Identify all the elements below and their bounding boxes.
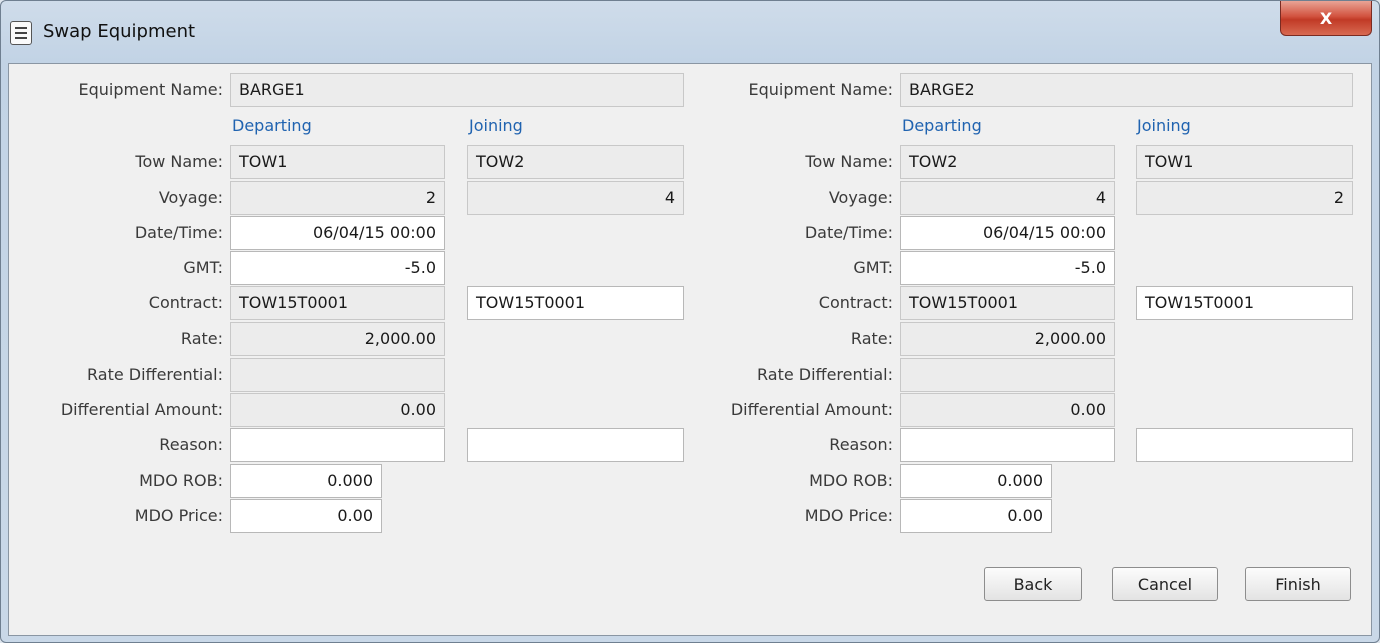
dialog-content: Equipment Name: BARGE1 Departing Joining… xyxy=(8,63,1372,636)
mdo-rob-label: MDO ROB: xyxy=(809,471,893,490)
left-departing-header: Departing xyxy=(232,116,312,135)
left-joining-contract-field[interactable]: TOW15T0001 xyxy=(467,286,684,320)
right-differential-amount-field[interactable]: 0.00 xyxy=(900,393,1115,427)
contract-label: Contract: xyxy=(818,293,893,312)
right-departing-header: Departing xyxy=(902,116,982,135)
rate-label: Rate: xyxy=(850,329,893,348)
reason-label: Reason: xyxy=(159,435,223,454)
swap-equipment-window: Swap Equipment X Equipment Name: BARGE1 … xyxy=(0,0,1380,643)
left-departing-reason-field[interactable] xyxy=(230,428,445,462)
left-departing-tow-name-field[interactable]: TOW1 xyxy=(230,145,445,179)
left-rate-differential-field[interactable] xyxy=(230,358,445,392)
right-joining-reason-field[interactable] xyxy=(1136,428,1353,462)
right-date-time-field[interactable]: 06/04/15 00:00 xyxy=(900,216,1115,250)
close-button[interactable]: X xyxy=(1280,1,1372,36)
right-departing-contract-field[interactable]: TOW15T0001 xyxy=(900,286,1115,320)
right-departing-tow-name-field[interactable]: TOW2 xyxy=(900,145,1115,179)
equipment-name-label: Equipment Name: xyxy=(748,80,893,99)
left-joining-header: Joining xyxy=(469,116,523,135)
gmt-label: GMT: xyxy=(853,258,893,277)
date-time-label: Date/Time: xyxy=(804,223,893,242)
mdo-price-label: MDO Price: xyxy=(804,506,893,525)
right-equipment-name-field[interactable]: BARGE2 xyxy=(900,73,1353,107)
close-icon: X xyxy=(1319,8,1333,28)
right-joining-tow-name-field[interactable]: TOW1 xyxy=(1136,145,1353,179)
left-joining-tow-name-field[interactable]: TOW2 xyxy=(467,145,684,179)
cancel-button[interactable]: Cancel xyxy=(1112,567,1218,601)
right-rate-differential-field[interactable] xyxy=(900,358,1115,392)
left-departing-contract-field[interactable]: TOW15T0001 xyxy=(230,286,445,320)
differential-amount-label: Differential Amount: xyxy=(60,400,223,419)
left-joining-reason-field[interactable] xyxy=(467,428,684,462)
left-gmt-field[interactable]: -5.0 xyxy=(230,251,445,285)
right-rate-field[interactable]: 2,000.00 xyxy=(900,322,1115,356)
left-differential-amount-field[interactable]: 0.00 xyxy=(230,393,445,427)
tow-name-label: Tow Name: xyxy=(135,152,223,171)
right-gmt-field[interactable]: -5.0 xyxy=(900,251,1115,285)
left-equipment-name-field[interactable]: BARGE1 xyxy=(230,73,684,107)
right-joining-voyage-field[interactable]: 2 xyxy=(1136,181,1353,215)
right-mdo-price-field[interactable]: 0.00 xyxy=(900,499,1052,533)
title-bar[interactable]: Swap Equipment X xyxy=(1,1,1379,63)
left-mdo-price-field[interactable]: 0.00 xyxy=(230,499,382,533)
reason-label: Reason: xyxy=(829,435,893,454)
finish-button[interactable]: Finish xyxy=(1245,567,1351,601)
date-time-label: Date/Time: xyxy=(134,223,223,242)
right-departing-voyage-field[interactable]: 4 xyxy=(900,181,1115,215)
left-mdo-rob-field[interactable]: 0.000 xyxy=(230,464,382,498)
gmt-label: GMT: xyxy=(183,258,223,277)
back-button[interactable]: Back xyxy=(984,567,1082,601)
contract-label: Contract: xyxy=(148,293,223,312)
right-mdo-rob-field[interactable]: 0.000 xyxy=(900,464,1052,498)
mdo-price-label: MDO Price: xyxy=(134,506,223,525)
right-joining-header: Joining xyxy=(1137,116,1191,135)
equipment-name-label: Equipment Name: xyxy=(78,80,223,99)
rate-differential-label: Rate Differential: xyxy=(87,365,223,384)
left-date-time-field[interactable]: 06/04/15 00:00 xyxy=(230,216,445,250)
rate-differential-label: Rate Differential: xyxy=(757,365,893,384)
right-joining-contract-field[interactable]: TOW15T0001 xyxy=(1136,286,1353,320)
window-icon xyxy=(10,21,32,45)
left-departing-voyage-field[interactable]: 2 xyxy=(230,181,445,215)
differential-amount-label: Differential Amount: xyxy=(730,400,893,419)
voyage-label: Voyage: xyxy=(828,188,893,207)
rate-label: Rate: xyxy=(180,329,223,348)
left-joining-voyage-field[interactable]: 4 xyxy=(467,181,684,215)
right-departing-reason-field[interactable] xyxy=(900,428,1115,462)
window-title: Swap Equipment xyxy=(43,21,196,42)
mdo-rob-label: MDO ROB: xyxy=(139,471,223,490)
left-rate-field[interactable]: 2,000.00 xyxy=(230,322,445,356)
tow-name-label: Tow Name: xyxy=(805,152,893,171)
voyage-label: Voyage: xyxy=(158,188,223,207)
